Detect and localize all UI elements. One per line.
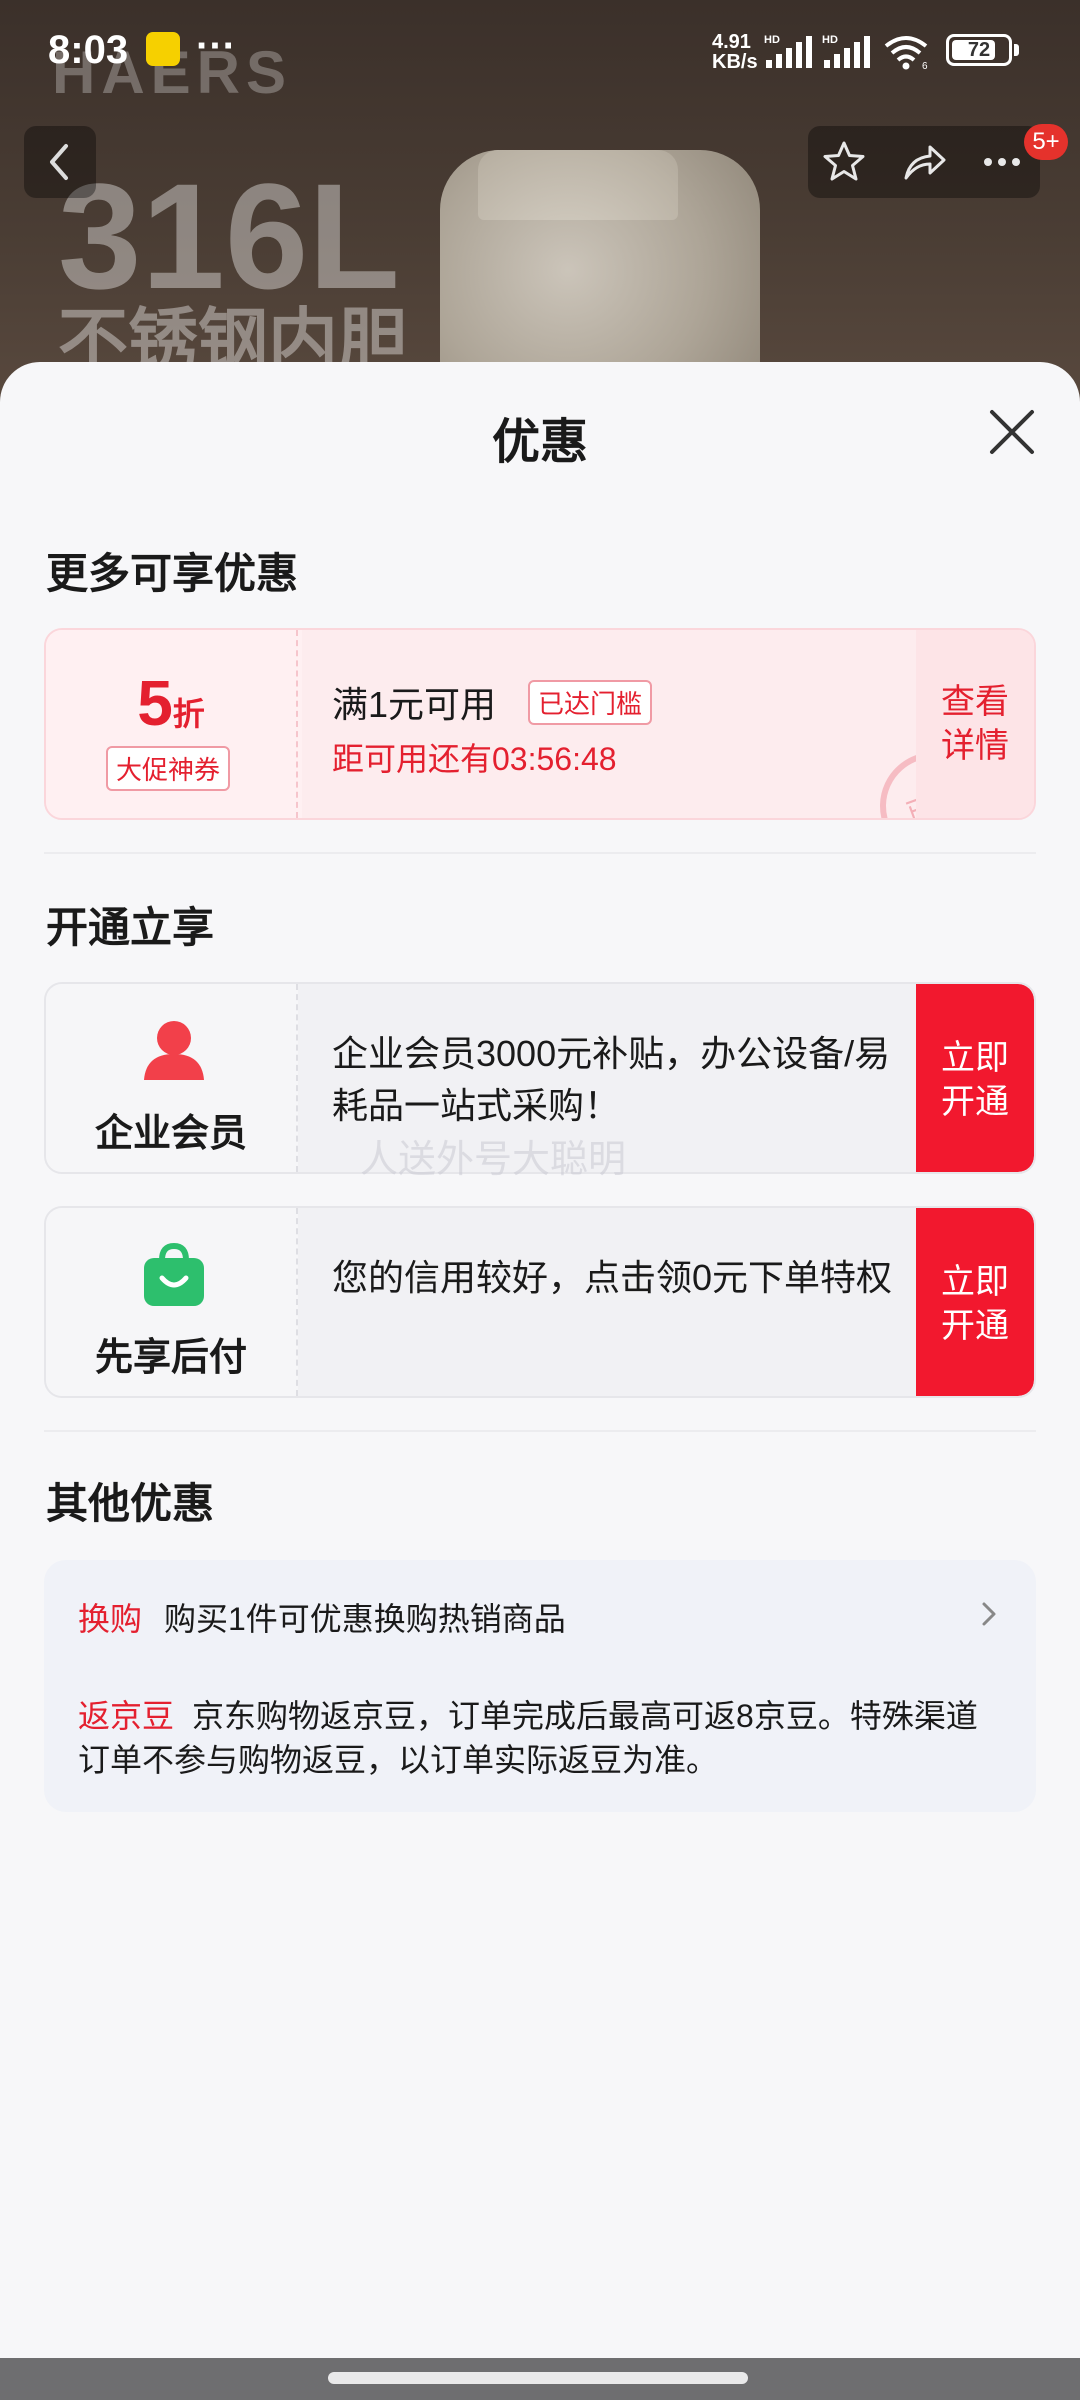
- card-description: 企业会员3000元补贴，办公设备/易耗品一站式采购！: [332, 1033, 891, 1126]
- network-speed-value: 4.91: [712, 31, 751, 53]
- wifi-icon: 6: [884, 36, 928, 70]
- card-name: 先享后付: [94, 1337, 247, 1379]
- coupon-discount-unit: 折: [172, 696, 205, 732]
- coupon-countdown: 距可用还有03:56:48: [332, 741, 617, 777]
- open-now-label-2: 开通: [941, 1307, 1009, 1345]
- coupon-condition: 满1元可用: [332, 684, 497, 725]
- share-icon[interactable]: [900, 138, 948, 186]
- divider: [44, 852, 1036, 854]
- view-details-button[interactable]: 查看 详情: [916, 630, 1034, 818]
- back-button[interactable]: [24, 126, 96, 198]
- status-time: 8:03: [48, 28, 129, 72]
- jingdou-label: 返京豆: [78, 1698, 175, 1734]
- coupon-type-tag: 大促神券: [106, 746, 231, 791]
- section-title-more-discounts: 更多可享优惠: [46, 550, 299, 597]
- other-discounts-panel: 换购 购买1件可优惠换购热销商品 返京豆 京东购物返京豆，订单完成后最高可返8京豆…: [44, 1560, 1036, 1812]
- message-count-badge: 5+: [1024, 124, 1068, 160]
- network-speed: 4.91 KB/s: [712, 32, 758, 72]
- status-more-icon: ···: [196, 24, 236, 68]
- svg-text:6: 6: [922, 61, 928, 70]
- card-description: 您的信用较好，点击领0元下单特权: [332, 1257, 893, 1298]
- trade-in-label: 换购: [78, 1601, 143, 1637]
- network-speed-unit: KB/s: [712, 51, 758, 73]
- cell-signal-2-icon: HD: [822, 34, 870, 68]
- svg-text:HD: HD: [822, 34, 838, 46]
- shopping-bag-icon: [144, 1242, 204, 1306]
- card-name: 企业会员: [94, 1113, 247, 1155]
- divider: [44, 1430, 1036, 1432]
- section-title-other-discounts: 其他优惠: [46, 1480, 215, 1527]
- open-now-button[interactable]: 立即 开通: [916, 1208, 1034, 1396]
- pay-later-card: 先享后付 您的信用较好，点击领0元下单特权 立即 开通: [44, 1206, 1036, 1398]
- jingdou-text: 京东购物返京豆，订单完成后最高可返8京豆。特殊渠道订单不参与购物返豆，以订单实际…: [78, 1698, 978, 1778]
- open-now-label-1: 立即: [941, 1039, 1009, 1077]
- star-favorite-icon[interactable]: [820, 138, 868, 186]
- chevron-right-icon: [982, 1602, 996, 1626]
- top-action-group: [808, 126, 1040, 198]
- coupon-discount-number: 5: [137, 667, 173, 739]
- close-icon[interactable]: [984, 404, 1040, 460]
- status-bar: 8:03 ··· 4.91 KB/s HD HD 6 72: [0, 0, 1080, 100]
- svg-text:HD: HD: [764, 34, 780, 46]
- coupon-card[interactable]: 5折 大促神券 满1元可用 已达门槛 距可用还有03:56:48 已领 查看 详…: [44, 628, 1036, 820]
- chevron-left-icon: [50, 144, 68, 180]
- battery-level: 72: [967, 39, 991, 61]
- home-gesture-handle[interactable]: [328, 2372, 748, 2384]
- open-now-button[interactable]: 立即 开通: [916, 984, 1034, 1172]
- more-icon[interactable]: [978, 138, 1026, 186]
- user-icon: [144, 1021, 204, 1080]
- jingdou-rebate-row: 返京豆 京东购物返京豆，订单完成后最高可返8京豆。特殊渠道订单不参与购物返豆，以订…: [78, 1694, 998, 1782]
- sheet-title: 优惠: [491, 416, 588, 469]
- coupon-discount: 5折: [46, 666, 296, 740]
- trade-in-text: 购买1件可优惠换购热销商品: [164, 1601, 566, 1637]
- threshold-reached-badge: 已达门槛: [528, 680, 653, 725]
- battery-icon: 72: [946, 34, 1012, 66]
- open-now-label-2: 开通: [941, 1083, 1009, 1121]
- app-notification-icon: [146, 32, 180, 66]
- open-now-label-1: 立即: [941, 1263, 1009, 1301]
- coupon-discount-panel: 5折 大促神券: [46, 630, 298, 818]
- section-title-open-benefits: 开通立享: [46, 904, 215, 951]
- cell-signal-1-icon: HD: [764, 34, 812, 68]
- view-details-label-2: 详情: [941, 727, 1009, 765]
- watermark-text: 人送外号大聪明: [360, 1139, 627, 1181]
- coupon-info-panel: 满1元可用 已达门槛 距可用还有03:56:48 已领: [302, 630, 1004, 818]
- view-details-label-1: 查看: [941, 683, 1009, 721]
